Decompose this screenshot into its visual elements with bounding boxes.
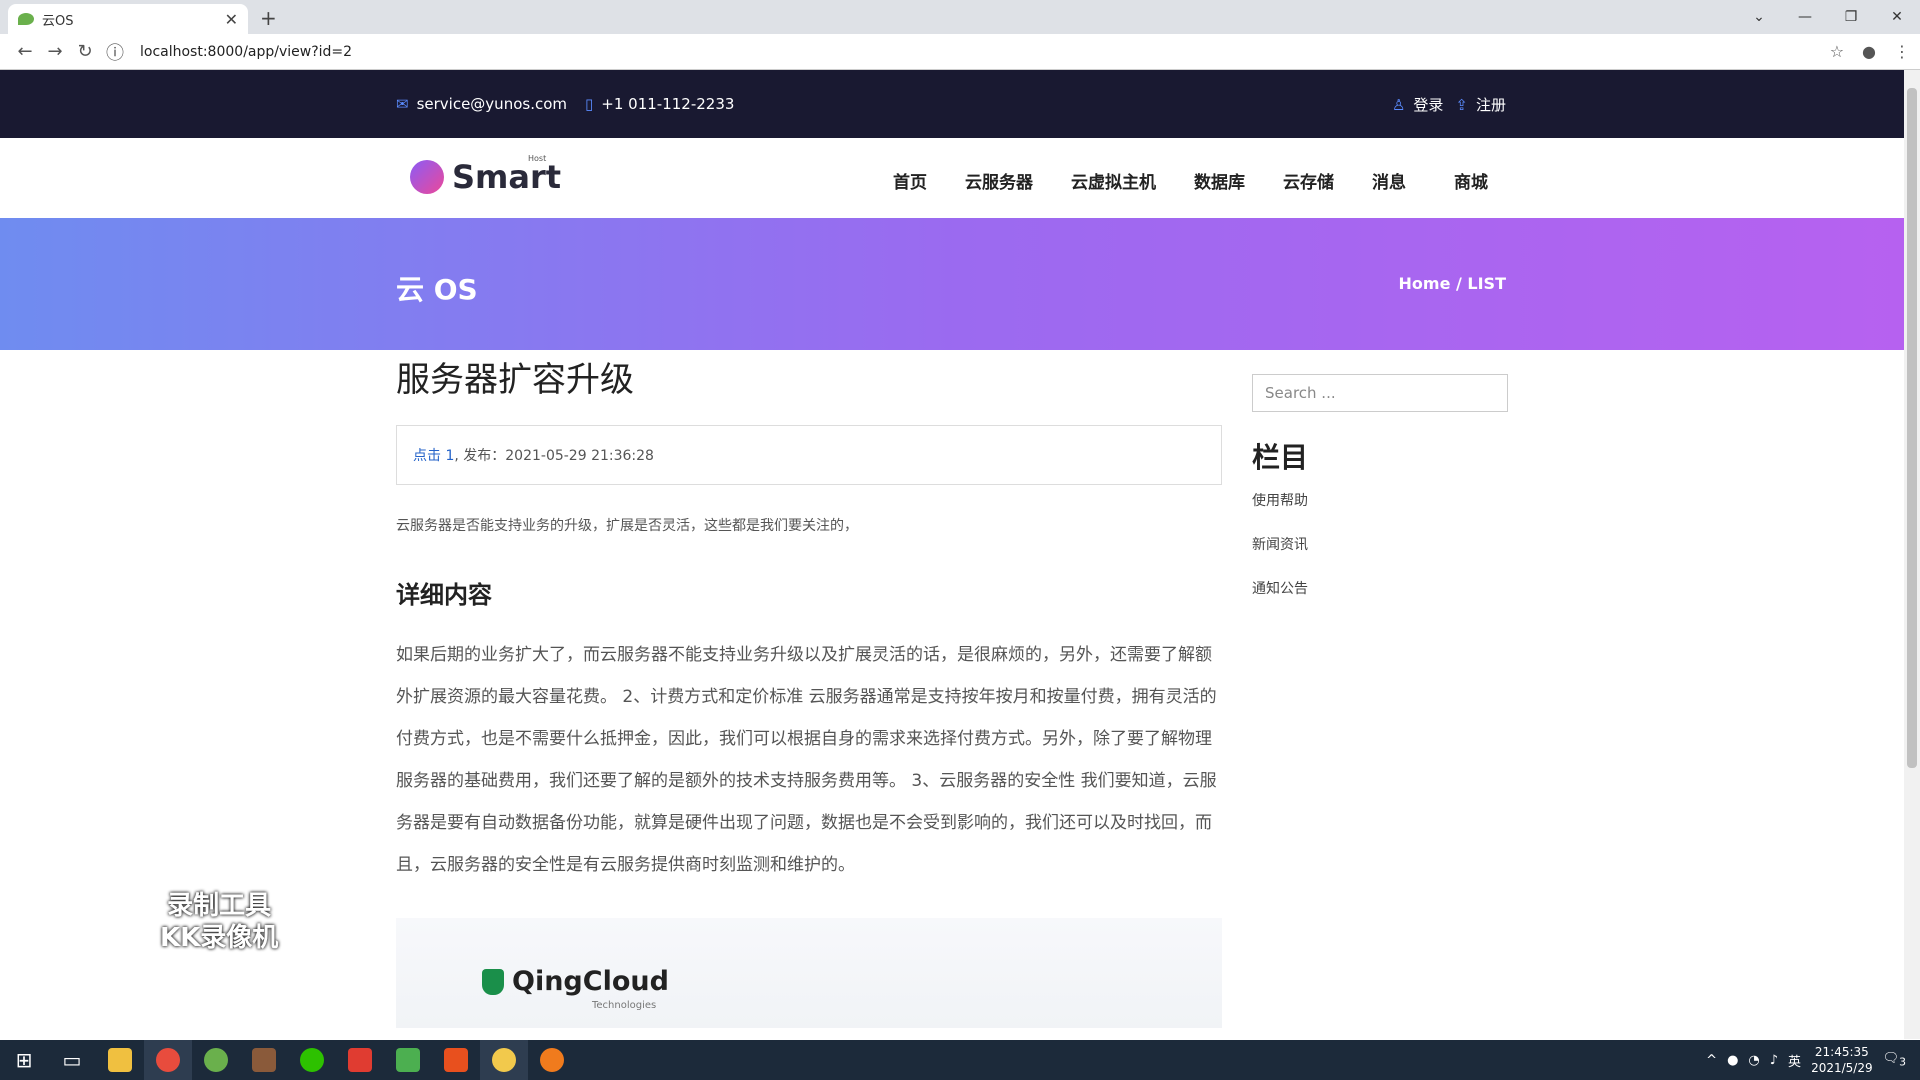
watermark-line1: 录制工具 bbox=[167, 891, 272, 921]
game-app-icon[interactable] bbox=[240, 1040, 288, 1080]
hero-title: 云 OS bbox=[396, 273, 478, 306]
article-image: QingCloud Technologies bbox=[396, 918, 1222, 1028]
network-icon[interactable]: ◔ bbox=[1748, 1053, 1759, 1068]
file-explorer-icon[interactable] bbox=[96, 1040, 144, 1080]
sidebar-item-notice[interactable]: 通知公告 bbox=[1252, 578, 1508, 622]
click-count[interactable]: 点击 1 bbox=[413, 445, 454, 465]
contact-phone: +1 011-112-2233 bbox=[601, 95, 735, 113]
site-logo[interactable]: Smart Host bbox=[410, 154, 562, 196]
chrome-icon[interactable] bbox=[144, 1040, 192, 1080]
sidebar: 栏目 使用帮助 新闻资讯 通知公告 bbox=[1252, 374, 1508, 622]
sidebar-item-news[interactable]: 新闻资讯 bbox=[1252, 534, 1508, 578]
info-icon[interactable]: ⓘ bbox=[100, 39, 130, 65]
article: 服务器扩容升级 点击 1 , 发布：2021-05-29 21:36:28 云服… bbox=[396, 350, 1222, 1028]
nav-item-storage[interactable]: 云存储 bbox=[1283, 168, 1334, 193]
qingcloud-logo-icon bbox=[482, 968, 504, 995]
ime-indicator[interactable]: 英 bbox=[1788, 1051, 1801, 1070]
notification-icon[interactable]: 🗨3 bbox=[1883, 1051, 1906, 1069]
task-view-icon[interactable]: ▭ bbox=[48, 1040, 96, 1080]
article-intro: 云服务器是否能支持业务的升级，扩展是否灵活，这些都是我们要关注的， bbox=[396, 518, 858, 534]
browser-tab[interactable]: 云OS ✕ bbox=[8, 4, 248, 34]
volume-icon[interactable]: ♪ bbox=[1770, 1053, 1778, 1068]
tray-expand-icon[interactable]: ^ bbox=[1706, 1053, 1717, 1068]
page-hero: 云 OS Home / LIST bbox=[0, 218, 1920, 350]
recorder-icon[interactable] bbox=[528, 1040, 576, 1080]
watermark-line2: KK录像机 bbox=[160, 923, 279, 953]
close-tab-icon[interactable]: ✕ bbox=[225, 10, 238, 29]
clock-date: 2021/5/29 bbox=[1811, 1061, 1873, 1075]
logo-subtext: Host bbox=[528, 154, 547, 163]
bookmark-star-icon[interactable]: ☆ bbox=[1830, 42, 1844, 61]
reload-icon[interactable]: ↻ bbox=[70, 41, 100, 62]
tray-app-icon[interactable]: ● bbox=[1727, 1053, 1738, 1068]
presentation-icon[interactable] bbox=[432, 1040, 480, 1080]
tab-title: 云OS bbox=[42, 13, 74, 29]
scrollbar-thumb[interactable] bbox=[1907, 88, 1917, 768]
article-title: 服务器扩容升级 bbox=[396, 360, 634, 400]
browser-tabbar: 云OS ✕ + ⌄ — ❐ ✕ bbox=[0, 0, 1920, 34]
cloud-logo-icon bbox=[410, 160, 444, 194]
image-brand-sub: Technologies bbox=[592, 1000, 657, 1011]
close-window-icon[interactable]: ✕ bbox=[1874, 9, 1920, 25]
nav-item-virtual-host[interactable]: 云虚拟主机 bbox=[1071, 168, 1156, 193]
recorder-watermark: 录制工具 KK录像机 bbox=[160, 890, 278, 954]
leaf-favicon-icon bbox=[18, 13, 34, 25]
phone-icon: ▯ bbox=[585, 95, 594, 113]
page-scrollbar[interactable] bbox=[1904, 70, 1920, 1039]
notepad-icon[interactable] bbox=[384, 1040, 432, 1080]
url-field[interactable]: localhost:8000/app/view?id=2 bbox=[140, 44, 1812, 60]
nav-item-home[interactable]: 首页 bbox=[893, 168, 927, 193]
notification-count: 3 bbox=[1899, 1055, 1906, 1069]
contact-email[interactable]: service@yunos.com bbox=[417, 95, 567, 113]
browser-menu-icon[interactable]: ⋮ bbox=[1894, 42, 1910, 61]
system-tray: ^ ● ◔ ♪ 英 21:45:35 2021/5/29 🗨3 bbox=[1706, 1044, 1920, 1076]
account-icon[interactable]: ● bbox=[1862, 42, 1876, 61]
login-link[interactable]: 登录 bbox=[1413, 96, 1443, 114]
main-nav: Smart Host 首页 云服务器 云虚拟主机 数据库 云存储 消息 商城 bbox=[0, 138, 1920, 218]
nav-item-shop[interactable]: 商城 bbox=[1454, 168, 1488, 193]
minimize-icon[interactable]: — bbox=[1782, 9, 1828, 25]
nav-item-message[interactable]: 消息 bbox=[1372, 168, 1406, 193]
article-meta: 点击 1 , 发布：2021-05-29 21:36:28 bbox=[396, 425, 1222, 485]
register-icon: ⇪ bbox=[1455, 95, 1468, 114]
wps-icon[interactable] bbox=[336, 1040, 384, 1080]
sidebar-heading: 栏目 bbox=[1252, 441, 1309, 474]
nav-item-cloud-server[interactable]: 云服务器 bbox=[965, 168, 1033, 193]
clock-time: 21:45:35 bbox=[1814, 1045, 1869, 1059]
breadcrumb[interactable]: Home / LIST bbox=[1399, 274, 1506, 293]
new-tab-icon[interactable]: + bbox=[260, 6, 277, 30]
site-topbar: ✉ service@yunos.com ▯ +1 011-112-2233 ♙ 登… bbox=[0, 70, 1920, 138]
windows-start-icon[interactable]: ⊞ bbox=[0, 1040, 48, 1080]
search-input[interactable] bbox=[1252, 374, 1508, 412]
back-icon[interactable]: ← bbox=[10, 41, 40, 62]
user-icon: ♙ bbox=[1391, 95, 1406, 114]
image-brand: QingCloud bbox=[512, 966, 669, 997]
mail-icon: ✉ bbox=[396, 95, 409, 113]
section-title: 详细内容 bbox=[396, 581, 492, 609]
nav-item-database[interactable]: 数据库 bbox=[1194, 168, 1245, 193]
leaf-app-icon[interactable] bbox=[192, 1040, 240, 1080]
taskbar: ⊞ ▭ ^ ● ◔ ♪ 英 21:45:35 2021/5/29 🗨3 bbox=[0, 1040, 1920, 1080]
forward-icon[interactable]: → bbox=[40, 41, 70, 62]
logo-text: Smart bbox=[452, 158, 562, 196]
python-icon[interactable] bbox=[480, 1040, 528, 1080]
address-bar: ← → ↻ ⓘ localhost:8000/app/view?id=2 ☆ ●… bbox=[0, 34, 1920, 70]
register-link[interactable]: 注册 bbox=[1476, 96, 1506, 114]
profile-menu-icon[interactable]: ⌄ bbox=[1736, 9, 1782, 25]
clock[interactable]: 21:45:35 2021/5/29 bbox=[1811, 1044, 1873, 1076]
main-content: 服务器扩容升级 点击 1 , 发布：2021-05-29 21:36:28 云服… bbox=[0, 350, 1920, 1028]
article-body: 如果后期的业务扩大了，而云服务器不能支持业务升级以及扩展灵活的话，是很麻烦的，另… bbox=[396, 645, 1217, 875]
nav-menu: 首页 云服务器 云虚拟主机 数据库 云存储 消息 商城 bbox=[893, 168, 1488, 193]
publish-date: , 发布：2021-05-29 21:36:28 bbox=[454, 448, 654, 464]
sidebar-item-help[interactable]: 使用帮助 bbox=[1252, 490, 1508, 534]
wechat-icon[interactable] bbox=[288, 1040, 336, 1080]
restore-icon[interactable]: ❐ bbox=[1828, 9, 1874, 25]
